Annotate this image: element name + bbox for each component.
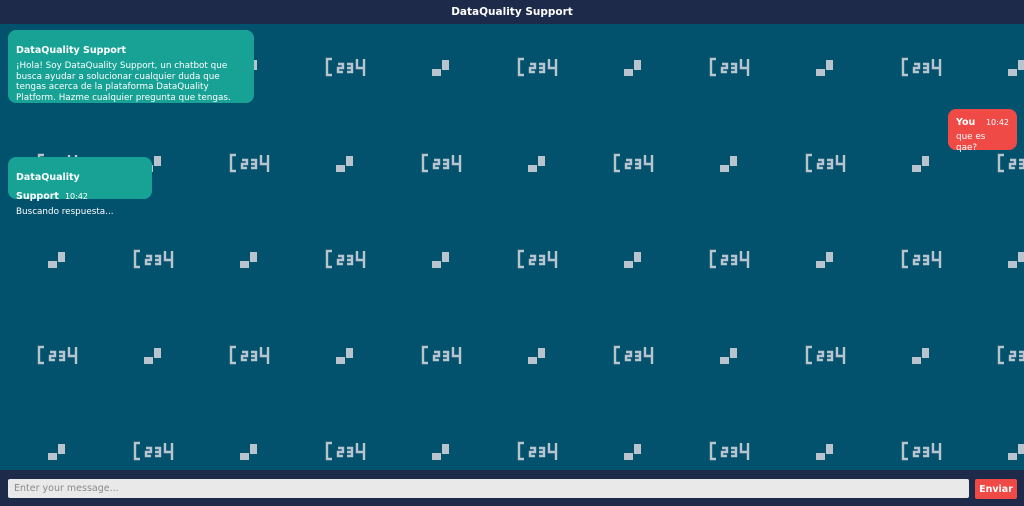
message-timestamp: 10:42 [985,118,1009,127]
corner-mark-icon [720,156,737,172]
logo-watermark-icon [37,345,78,365]
corner-mark-icon [816,60,833,76]
corner-mark-icon [432,60,449,76]
corner-mark-icon [912,348,929,364]
corner-mark-icon [48,444,65,460]
corner-mark-icon [432,252,449,268]
logo-watermark-icon [133,441,174,461]
logo-watermark-icon [133,249,174,269]
logo-watermark-icon [901,249,942,269]
corner-mark-icon [816,444,833,460]
chat-title: DataQuality Support [451,6,573,18]
corner-mark-icon [1008,60,1024,76]
logo-watermark-icon [805,153,846,173]
corner-mark-icon [720,348,737,364]
corner-mark-icon [912,156,929,172]
corner-mark-icon [432,444,449,460]
composer-bar: Enviar [0,470,1024,506]
logo-watermark-icon [517,249,558,269]
corner-mark-icon [1008,444,1024,460]
logo-watermark-icon [421,345,462,365]
logo-watermark-icon [613,153,654,173]
chat-header: DataQuality Support [0,0,1024,24]
corner-mark-icon [48,252,65,268]
corner-mark-icon [528,156,545,172]
logo-watermark-icon [517,441,558,461]
logo-watermark-icon [901,441,942,461]
corner-mark-icon [336,156,353,172]
user-message-bubble: You 10:42 que es qae? [948,109,1017,153]
corner-mark-icon [624,444,641,460]
logo-watermark-icon [229,153,270,173]
corner-mark-icon [240,252,257,268]
logo-watermark-icon [229,345,270,365]
logo-watermark-icon [709,57,750,77]
corner-mark-icon [240,444,257,460]
logo-watermark-icon [517,57,558,77]
logo-watermark-icon [421,153,462,173]
chat-app: DataQuality Support DataQuality Support … [0,0,1024,506]
message-sender: DataQuality Support [16,45,127,56]
corner-mark-icon [816,252,833,268]
message-text: ¡Hola! Soy DataQuality Support, un chatb… [16,61,231,103]
message-sender: You [956,117,976,128]
logo-watermark-icon [901,57,942,77]
logo-watermark-icon [709,441,750,461]
message-text: Buscando respuesta... [16,207,114,217]
message-timestamp: 10:42 [64,192,89,201]
corner-mark-icon [144,348,161,364]
bot-message-bubble: DataQuality Support 10:42 Buscando respue… [8,157,152,217]
logo-watermark-icon [325,57,366,77]
corner-mark-icon [336,348,353,364]
send-button[interactable]: Enviar [975,479,1017,499]
logo-watermark-icon [709,249,750,269]
logo-watermark-icon [997,345,1024,365]
corner-mark-icon [624,60,641,76]
bot-message-bubble: DataQuality Support ¡Hola! Soy DataQuali… [8,30,254,103]
message-input[interactable] [8,479,969,498]
logo-watermark-icon [613,345,654,365]
corner-mark-icon [624,252,641,268]
chat-messages-area[interactable]: DataQuality Support ¡Hola! Soy DataQuali… [0,24,1024,470]
logo-watermark-icon [325,441,366,461]
corner-mark-icon [528,348,545,364]
logo-watermark-icon [325,249,366,269]
message-text: que es qae? [956,132,986,153]
corner-mark-icon [1008,252,1024,268]
logo-watermark-icon [997,153,1024,173]
logo-watermark-icon [805,345,846,365]
